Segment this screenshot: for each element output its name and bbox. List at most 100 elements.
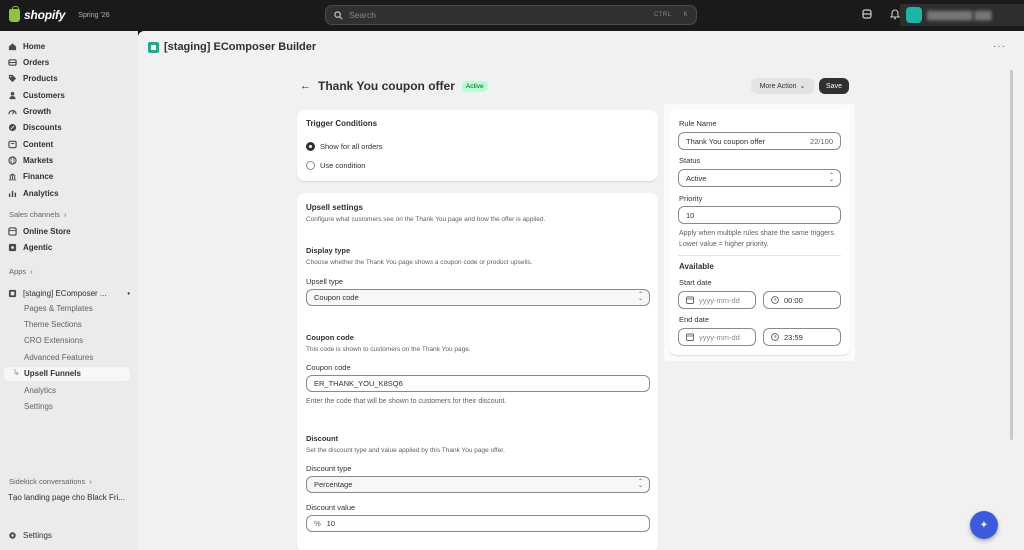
radio-label: Use condition bbox=[320, 161, 366, 170]
account-menu[interactable]: ████████ ███ bbox=[900, 4, 1024, 26]
app-header: [staging] EComposer Builder bbox=[148, 41, 316, 53]
scrollbar[interactable] bbox=[1010, 70, 1013, 440]
sidebar-subitem-pages-templates[interactable]: Pages & Templates bbox=[24, 302, 93, 316]
upsell-type-label: Upsell type bbox=[306, 277, 344, 286]
sidebar-subitem-cro-extensions[interactable]: CRO Extensions bbox=[24, 334, 83, 348]
sidebar-subitem-analytics[interactable]: Analytics bbox=[24, 384, 56, 398]
sidebar-item-growth[interactable]: Growth bbox=[8, 104, 51, 118]
more-options-icon[interactable]: ··· bbox=[993, 41, 1006, 52]
end-date-input[interactable]: yyyy-mm-dd bbox=[678, 328, 756, 346]
shopify-logo[interactable]: shopify Spring '26 bbox=[9, 5, 110, 22]
discount-type-select[interactable]: Percentage ⌃ ⌄ bbox=[306, 476, 650, 493]
pin-dot-icon: • bbox=[127, 288, 130, 298]
agentic-icon bbox=[8, 243, 17, 251]
radio-use-condition[interactable]: Use condition bbox=[306, 161, 365, 170]
rule-name-value: Thank You coupon offer bbox=[686, 136, 766, 146]
sales-channels-header[interactable]: Sales channels › bbox=[9, 210, 66, 219]
sidebar-item-online-store[interactable]: Online Store bbox=[8, 224, 71, 238]
search-icon bbox=[334, 10, 343, 19]
trigger-title: Trigger Conditions bbox=[306, 119, 378, 128]
sidebar-item-products[interactable]: Products bbox=[8, 71, 58, 85]
radio-show-all-orders[interactable]: Show for all orders bbox=[306, 142, 383, 151]
app-title: [staging] EComposer Builder bbox=[164, 41, 317, 53]
person-icon bbox=[9, 91, 16, 99]
chevron-down-icon: ⌄ bbox=[799, 83, 806, 90]
sidebar-item-finance[interactable]: Finance bbox=[8, 169, 53, 183]
discount-icon bbox=[8, 123, 17, 131]
sidebar-item-customers[interactable]: Customers bbox=[8, 88, 65, 102]
store-switch-icon[interactable] bbox=[861, 8, 873, 20]
rule-settings-card: Rule Name Thank You coupon offer 22/100 … bbox=[669, 110, 850, 355]
discount-value-input[interactable]: % 10 bbox=[306, 515, 650, 532]
brand-name: shopify bbox=[24, 8, 66, 22]
calendar-icon bbox=[686, 333, 694, 341]
rule-name-input[interactable]: Thank You coupon offer 22/100 bbox=[678, 132, 841, 150]
sidebar-item-label: [staging] EComposer ... bbox=[23, 288, 107, 298]
page-header: ← Thank You coupon offer Active bbox=[300, 79, 488, 93]
sidebar-item-label: Growth bbox=[23, 106, 51, 116]
end-date-label: End date bbox=[679, 315, 710, 324]
sidebar-item-label: Settings bbox=[23, 530, 52, 540]
content-icon bbox=[8, 140, 17, 148]
save-button[interactable]: Save bbox=[819, 78, 849, 94]
coupon-code-description: This code is shown to customers on the T… bbox=[306, 346, 471, 353]
display-type-title: Display type bbox=[306, 246, 351, 255]
sidebar-subitem-advanced-features[interactable]: Advanced Features bbox=[24, 351, 93, 365]
available-title: Available bbox=[679, 262, 714, 271]
start-date-input[interactable]: yyyy-mm-dd bbox=[678, 291, 756, 309]
more-action-label: More Action bbox=[759, 82, 797, 90]
priority-label: Priority bbox=[679, 194, 703, 203]
sidekick-conversation-item[interactable]: Tạo landing page cho Black Fri... bbox=[8, 491, 125, 505]
coupon-code-input[interactable]: ER_THANK_YOU_K8SQ6 bbox=[306, 375, 650, 392]
home-icon bbox=[8, 42, 17, 50]
trigger-conditions-card: Trigger Conditions Show for all orders U… bbox=[297, 110, 658, 181]
shortcut-k: K bbox=[683, 12, 688, 18]
sidebar-item-agentic[interactable]: Agentic bbox=[8, 240, 52, 254]
sidebar-subitem-theme-sections[interactable]: Theme Sections bbox=[24, 318, 82, 332]
status-select[interactable]: Active ⌃ ⌄ bbox=[678, 169, 841, 187]
sidebar-item-analytics[interactable]: Analytics bbox=[8, 186, 59, 200]
search-input[interactable]: Search CTRL K bbox=[325, 5, 697, 25]
main-area: [staging] EComposer Builder ··· ← Thank … bbox=[138, 31, 1024, 550]
sidebar-item-ecomposer-app[interactable]: [staging] EComposer ... • bbox=[8, 286, 130, 300]
discount-value: 10 bbox=[326, 519, 336, 528]
apps-header[interactable]: Apps › bbox=[9, 267, 33, 276]
sidebar-item-content[interactable]: Content bbox=[8, 137, 53, 151]
growth-icon bbox=[8, 109, 17, 114]
more-action-button[interactable]: More Action ⌄ bbox=[751, 78, 814, 94]
edition-label: Spring '26 bbox=[78, 11, 110, 19]
discount-title: Discount bbox=[306, 434, 339, 443]
end-time-input[interactable]: 23:59 bbox=[763, 328, 841, 346]
coupon-code-value: ER_THANK_YOU_K8SQ6 bbox=[314, 379, 403, 388]
sidebar-item-label: Online Store bbox=[23, 226, 71, 236]
sidebar-item-label: Home bbox=[23, 41, 46, 51]
sidebar-item-markets[interactable]: Markets bbox=[8, 153, 53, 167]
sidekick-header[interactable]: Sidekick conversations › bbox=[9, 477, 92, 486]
rule-name-label: Rule Name bbox=[679, 119, 717, 128]
priority-value: 10 bbox=[686, 210, 695, 220]
sidebar-item-label: Markets bbox=[23, 155, 54, 165]
sales-channels-label: Sales channels bbox=[9, 210, 60, 219]
sidekick-fab-button[interactable]: ✦ bbox=[970, 511, 998, 539]
sidebar-item-settings[interactable]: Settings bbox=[8, 528, 52, 542]
sidebar-subitem-settings[interactable]: Settings bbox=[24, 400, 53, 414]
upsell-type-select[interactable]: Coupon code ⌃ ⌄ bbox=[306, 289, 650, 306]
start-time-input[interactable]: 00:00 bbox=[763, 291, 841, 309]
select-chevrons-icon: ⌃ ⌄ bbox=[637, 479, 643, 489]
priority-input[interactable]: 10 bbox=[678, 206, 841, 224]
sidebar-item-home[interactable]: Home bbox=[8, 39, 45, 53]
sidebar-subitem-upsell-funnels[interactable]: Upsell Funnels bbox=[24, 367, 81, 381]
avatar bbox=[906, 7, 922, 23]
coupon-code-label: Coupon code bbox=[306, 363, 351, 372]
globe-icon bbox=[8, 155, 17, 165]
shortcut-ctrl: CTRL bbox=[653, 12, 672, 18]
sidebar-item-label: Discounts bbox=[23, 122, 62, 132]
discount-value-label: Discount value bbox=[306, 503, 356, 512]
app-icon bbox=[8, 289, 17, 297]
sidebar-item-orders[interactable]: Orders bbox=[8, 55, 49, 69]
upsell-description: Configure what customers see on the Than… bbox=[306, 216, 546, 223]
search-placeholder: Search bbox=[349, 10, 376, 20]
back-arrow-icon[interactable]: ← bbox=[300, 80, 311, 92]
priority-help: Apply when multiple rules share the same… bbox=[679, 230, 836, 248]
sidebar-item-discounts[interactable]: Discounts bbox=[8, 120, 62, 134]
